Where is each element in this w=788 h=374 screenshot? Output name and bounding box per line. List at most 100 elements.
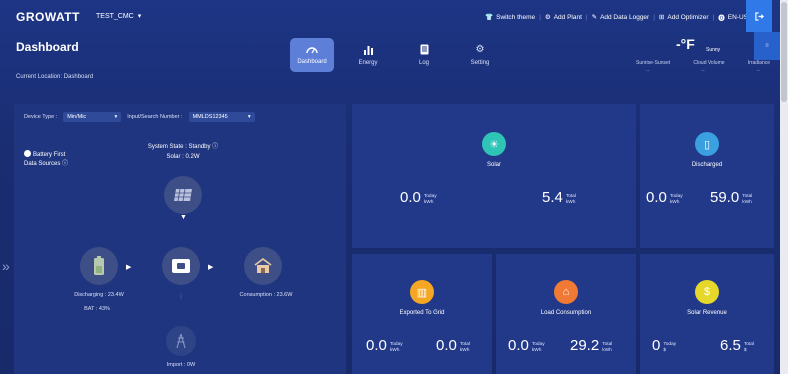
plant-selector[interactable]: TEST_CMC ▾: [96, 12, 142, 21]
scrollbar-thumb[interactable]: [781, 2, 787, 102]
total-label: Total: [743, 342, 754, 347]
add-plant-button[interactable]: ⚙ Add Plant: [541, 13, 586, 22]
total-label: Total: [565, 194, 576, 199]
kwh-unit: kWh: [602, 347, 612, 353]
logout-button[interactable]: [746, 0, 772, 32]
weather-labels: Sunrise-Sunset Cloud Volume Irradiance: [636, 60, 770, 66]
kwh-unit: kWh: [531, 347, 542, 353]
solar-title: Solar: [486, 162, 501, 168]
consumption-text: Consumption : 23.6W: [239, 292, 293, 298]
device-type-label: Device Type :: [24, 114, 58, 120]
add-data-logger-button[interactable]: ✎ Add Data Logger: [588, 13, 654, 22]
weather-condition: Sunny: [706, 47, 721, 53]
document-icon: [420, 44, 428, 55]
kwh-unit: kWh: [423, 199, 434, 205]
tab-label: Log: [418, 60, 429, 66]
sunrise-sunset-value: --: [646, 68, 650, 74]
total-label: Total: [602, 342, 613, 347]
revenue-today-value: 0: [652, 337, 661, 354]
discharged-today: 0.0 Today kWh: [646, 190, 683, 205]
tab-label: Dashboard: [297, 59, 327, 65]
system-state: System State : Standby ⓘ Solar : 0.2W: [140, 142, 226, 162]
tab-label: Energy: [358, 59, 378, 66]
pen-icon: ✎: [591, 14, 598, 21]
solar-node[interactable]: [164, 176, 202, 214]
optimizer-icon: ⊞: [658, 14, 665, 21]
cloud-volume-label: Cloud Volume: [693, 60, 725, 66]
grid-tower-icon: [176, 333, 186, 349]
bar-chart-icon: [363, 45, 373, 55]
tab-energy[interactable]: Energy: [346, 38, 390, 72]
exported-card: ▥ Exported To Grid 0.0 Today kWh 0.0 Tota…: [352, 254, 492, 374]
shirt-icon: 👕: [485, 14, 494, 21]
chevron-down-icon: ▾: [137, 13, 142, 20]
sunrise-sunset-label: Sunrise-Sunset: [636, 60, 671, 66]
load-title: Load Consumption: [540, 310, 592, 316]
tab-label: Setting: [470, 59, 490, 66]
chevron-down-icon: ▾: [247, 114, 251, 120]
solar-total: 5.4 Total kWh: [542, 190, 576, 205]
growatt-logo[interactable]: GROWATT: [16, 10, 80, 24]
device-type-select[interactable]: Min/Mic ▾: [63, 112, 122, 122]
side-panel-button[interactable]: ≡: [754, 32, 780, 60]
main-tabs: Dashboard Energy Log ⚙ Setting: [290, 38, 502, 72]
battery-node[interactable]: [80, 247, 118, 285]
today-label: Today: [669, 194, 683, 199]
chevron-down-icon: ▾: [114, 114, 118, 120]
home-node[interactable]: [244, 247, 282, 285]
currency-unit: $: [663, 347, 667, 353]
energy-flow-panel: Device Type : Min/Mic ▾ Input/Search Num…: [14, 104, 346, 374]
kwh-unit: kWh: [459, 347, 470, 353]
battery-icon: [94, 256, 104, 275]
kwh-unit: kWh: [389, 347, 400, 353]
load-total-value: 29.2: [570, 337, 600, 354]
page-title: Dashboard: [16, 40, 79, 54]
discharging-text: Discharging : 23.4W: [74, 292, 124, 298]
tab-log[interactable]: Log: [402, 38, 446, 72]
load-today-value: 0.0: [508, 337, 529, 354]
discharged-card: ▯ Discharged 0.0 Today kWh 59.0 Total kWh: [640, 104, 774, 248]
radio-icon: [24, 150, 31, 157]
load-total: 29.2 Total kWh: [570, 338, 612, 353]
battery-first-option[interactable]: Battery First Data Sources ⓘ: [24, 150, 68, 169]
discharged-title: Discharged: [691, 162, 723, 168]
tab-dashboard[interactable]: Dashboard: [290, 38, 334, 72]
gauge-icon: [306, 47, 318, 54]
exported-title: Exported To Grid: [399, 310, 445, 316]
data-sources-label: Data Sources ⓘ: [24, 161, 69, 167]
add-plant-label: Add Plant: [553, 13, 582, 21]
cloud-volume-value: --: [701, 68, 705, 74]
kwh-unit: kWh: [742, 199, 752, 205]
system-state-text: System State : Standby ⓘ: [147, 144, 219, 150]
inverter-icon: [172, 259, 190, 273]
solar-today-value: 0.0: [400, 189, 421, 206]
grid-export-icon: ▥: [410, 280, 434, 304]
total-label: Total: [459, 342, 470, 347]
add-data-logger-label: Add Data Logger: [600, 13, 650, 21]
revenue-total: 6.5 Total $: [720, 338, 754, 353]
switch-theme-button[interactable]: 👕 Switch theme: [481, 13, 539, 22]
weather-values: -- -- --: [636, 68, 770, 74]
temperature: -°F: [676, 36, 695, 52]
home-icon: ⌂: [554, 280, 578, 304]
device-number-select[interactable]: MMLDS12345 ▾: [188, 112, 255, 122]
logout-icon: [754, 11, 764, 21]
inverter-node[interactable]: [162, 247, 200, 285]
tab-setting[interactable]: ⚙ Setting: [458, 38, 502, 72]
add-optimizer-label: Add Optimizer: [667, 13, 709, 21]
solar-today: 0.0 Today kWh: [400, 190, 437, 205]
device-selectors: Device Type : Min/Mic ▾ Input/Search Num…: [24, 112, 255, 122]
flow-line: ┆: [179, 294, 183, 300]
load-card: ⌂ Load Consumption 0.0 Today kWh 29.2 Tot…: [496, 254, 636, 374]
gear-icon: ⚙: [544, 14, 551, 21]
add-optimizer-button[interactable]: ⊞ Add Optimizer: [655, 13, 713, 22]
device-number-value: MMLDS12345: [192, 114, 228, 120]
grid-node[interactable]: [166, 326, 196, 356]
expand-sidebar-icon[interactable]: »: [2, 258, 10, 274]
today-label: Today: [531, 342, 545, 347]
gear-icon: ⚙: [475, 43, 485, 55]
page-scrollbar[interactable]: [780, 0, 788, 374]
exported-today: 0.0 Today kWh: [366, 338, 403, 353]
top-bar: GROWATT TEST_CMC ▾ 👕 Switch theme | ⚙ Ad…: [0, 0, 780, 32]
today-label: Today: [423, 194, 437, 199]
